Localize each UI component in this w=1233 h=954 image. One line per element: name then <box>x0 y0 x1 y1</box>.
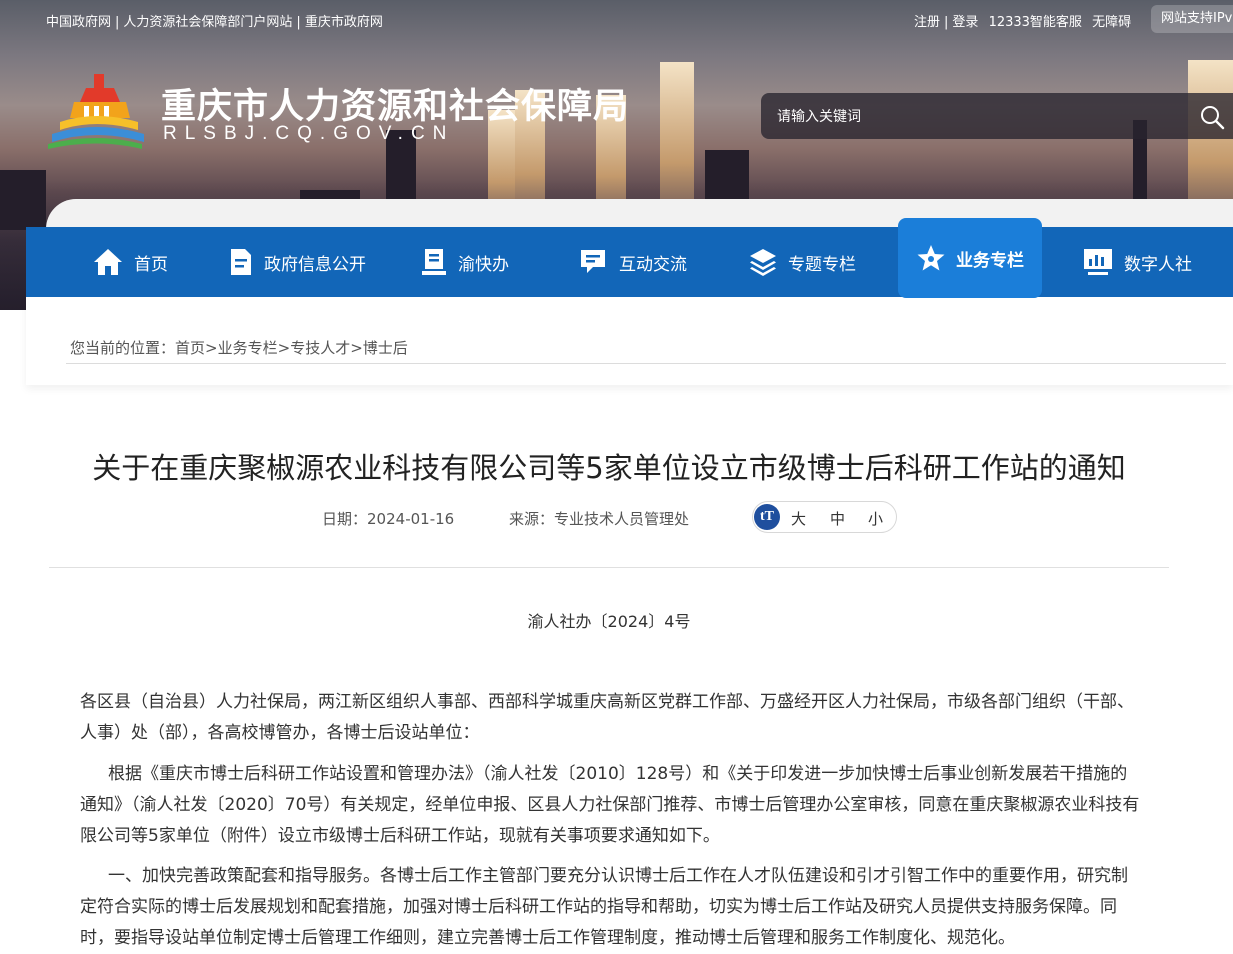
monitor-chart-icon <box>1084 249 1112 275</box>
breadcrumb-prefix: 您当前的位置： <box>70 339 176 357</box>
main-nav: 首页 政府信息公开 渝快办 互动交流 专题专栏 业务专栏 数字人社 <box>26 218 1233 298</box>
nav-item-yukuaiban[interactable]: 渝快办 <box>420 227 509 297</box>
link-gov-cn[interactable]: 中国政府网 <box>46 15 111 30</box>
top-bar: 中国政府网 | 人力资源社会保障部门户网站 | 重庆市政府网 注册 | 登录 12333智能… <box>0 0 1233 38</box>
nav-label: 渝快办 <box>458 254 509 275</box>
top-actions: 注册 | 登录 12333智能客服 无障碍 <box>914 11 1131 30</box>
search-input[interactable] <box>775 104 1179 130</box>
search-icon[interactable] <box>1199 104 1225 130</box>
font-size-large[interactable]: 大 <box>791 508 806 529</box>
nav-item-gov-info[interactable]: 政府信息公开 <box>228 227 366 297</box>
service-link[interactable]: 12333智能客服 <box>989 15 1082 30</box>
article-paragraph: 根据《重庆市博士后科研工作站设置和管理办法》（渝人社发〔2010〕128号）和《… <box>80 764 1140 846</box>
font-size-small[interactable]: 小 <box>868 508 883 529</box>
ipv6-badge: 网站支持IPv6 <box>1151 5 1233 33</box>
nav-item-digital[interactable]: 数字人社 <box>1082 227 1192 297</box>
skyline-building <box>0 170 46 230</box>
register-link[interactable]: 注册 <box>914 15 940 30</box>
book-icon <box>422 249 446 275</box>
nav-label: 互动交流 <box>619 254 687 275</box>
breadcrumb-divider <box>66 363 1226 364</box>
font-size-switcher: tT 大 中 小 <box>752 501 897 533</box>
separator: | <box>296 15 301 30</box>
top-links: 中国政府网 | 人力资源社会保障部门户网站 | 重庆市政府网 <box>46 11 383 30</box>
accessibility-link[interactable]: 无障碍 <box>1092 15 1131 30</box>
nav-label: 专题专栏 <box>788 254 856 275</box>
breadcrumb-business[interactable]: 业务专栏 <box>218 339 278 357</box>
article-title: 关于在重庆聚椒源农业科技有限公司等5家单位设立市级博士后科研工作站的通知 <box>92 451 1126 485</box>
login-link[interactable]: 登录 <box>952 15 978 30</box>
nav-label: 首页 <box>134 254 168 275</box>
bureau-logo-icon <box>48 74 144 149</box>
home-icon <box>94 249 122 275</box>
site-domain: RLSBJ.CQ.GOV.CN <box>163 123 455 144</box>
nav-label: 数字人社 <box>1124 254 1192 275</box>
star-icon <box>917 245 945 271</box>
breadcrumb-separator: > <box>350 339 363 357</box>
article-paragraph: 一、加快完善政策配套和指导服务。各博士后工作主管部门要充分认识博士后工作在人才队… <box>80 866 1128 948</box>
layers-icon <box>750 249 776 276</box>
chat-icon <box>581 250 605 273</box>
site-title: 重庆市人力资源和社会保障局 <box>161 87 630 127</box>
nav-label: 业务专栏 <box>956 250 1024 271</box>
breadcrumb-separator: > <box>277 339 291 357</box>
source-value: 专业技术人员管理处 <box>554 510 690 528</box>
breadcrumb-talent[interactable]: 专技人才 <box>290 339 350 357</box>
date-value: 2024-01-16 <box>367 510 455 528</box>
nav-item-interaction[interactable]: 互动交流 <box>579 227 687 297</box>
nav-item-home[interactable]: 首页 <box>92 227 168 297</box>
font-size-medium[interactable]: 中 <box>830 508 845 529</box>
nav-label: 政府信息公开 <box>264 254 366 275</box>
separator: | <box>115 15 120 30</box>
meta-divider <box>49 567 1169 568</box>
breadcrumb: 您当前的位置：首页>业务专栏>专技人才>博士后 <box>70 337 408 358</box>
breadcrumb-home[interactable]: 首页 <box>175 339 205 357</box>
separator: | <box>944 15 949 30</box>
nav-item-special-topics[interactable]: 专题专栏 <box>748 227 856 297</box>
breadcrumb-card: 您当前的位置：首页>业务专栏>专技人才>博士后 <box>26 297 1233 385</box>
breadcrumb-postdoc[interactable]: 博士后 <box>363 339 408 357</box>
article-source: 来源：专业技术人员管理处 <box>509 508 689 529</box>
date-label: 日期： <box>322 510 368 528</box>
search-box <box>761 93 1233 139</box>
article-paragraph: 各区县（自治县）人力社保局，两江新区组织人事部、西部科学城重庆高新区党群工作部、… <box>80 692 1134 743</box>
link-cq-gov[interactable]: 重庆市政府网 <box>305 15 383 30</box>
document-number: 渝人社办〔2024〕4号 <box>527 612 691 631</box>
nav-item-business[interactable]: 业务专栏 <box>898 218 1042 298</box>
text-size-icon: tT <box>754 504 780 530</box>
link-mohrss[interactable]: 人力资源社会保障部门户网站 <box>123 15 292 30</box>
article-date: 日期：2024-01-16 <box>322 508 454 529</box>
breadcrumb-separator: > <box>205 339 218 357</box>
document-icon <box>231 249 251 275</box>
source-label: 来源： <box>509 510 555 528</box>
